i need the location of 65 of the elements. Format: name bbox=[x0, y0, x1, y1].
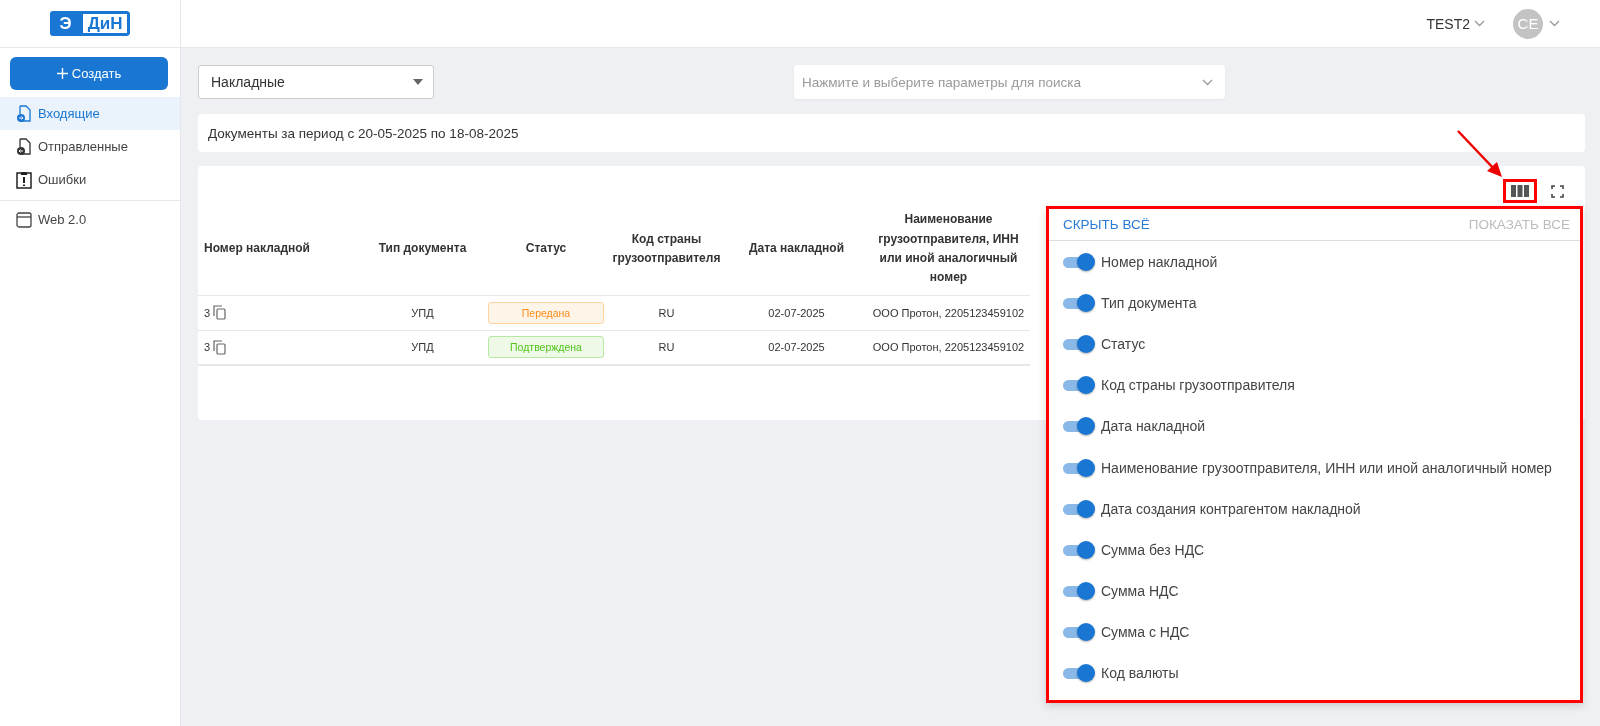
sidebar-item[interactable]: Web 2.0 bbox=[0, 203, 180, 236]
fullscreen-icon bbox=[1550, 184, 1564, 198]
alert-icon bbox=[16, 170, 32, 189]
copy-icon[interactable] bbox=[213, 339, 227, 355]
column-toggle-label: Код валюты bbox=[1101, 665, 1179, 682]
toggle-switch[interactable] bbox=[1063, 498, 1095, 519]
table-cell: RU bbox=[658, 341, 675, 354]
sidebar-item[interactable]: Отправленные bbox=[0, 130, 180, 163]
window-icon bbox=[16, 211, 32, 228]
column-toggle-label: Тип документа bbox=[1101, 294, 1197, 311]
column-header[interactable]: Тип документа bbox=[360, 203, 485, 295]
column-header[interactable]: Код страны грузоотправителя bbox=[607, 203, 726, 295]
copy-icon[interactable] bbox=[213, 305, 227, 320]
document-out-icon bbox=[16, 137, 32, 156]
toggle-switch[interactable] bbox=[1063, 251, 1095, 272]
column-header[interactable]: Наименование грузоотправителя, ИНН или иной аналогичный номер bbox=[867, 203, 1030, 295]
hide-all-button[interactable]: СКРЫТЬ ВСЁ bbox=[1063, 217, 1150, 232]
toggle-switch[interactable] bbox=[1063, 292, 1095, 313]
table-cell: 02-07-2025 bbox=[768, 341, 825, 354]
toggle-switch[interactable] bbox=[1063, 375, 1095, 396]
toggle-switch[interactable] bbox=[1063, 663, 1095, 684]
create-button[interactable]: Создать bbox=[10, 57, 168, 90]
column-toggle-label: Дата накладной bbox=[1101, 418, 1206, 435]
document-in-icon bbox=[16, 104, 32, 123]
dropdown-caret-icon bbox=[413, 79, 423, 85]
toggle-switch[interactable] bbox=[1063, 416, 1095, 437]
status-badge: Подтверждена bbox=[488, 336, 604, 359]
period-label: Документы за период с 20-05-2025 по 18-08-2025 bbox=[198, 114, 1585, 152]
column-toggle-label: Сумма НДС bbox=[1101, 583, 1179, 600]
toggle-switch[interactable] bbox=[1063, 539, 1095, 560]
column-toggle-label: Сумма без НДС bbox=[1101, 541, 1205, 558]
toggle-switch[interactable] bbox=[1063, 622, 1095, 643]
columns-button[interactable] bbox=[1503, 179, 1537, 203]
chevron-down-icon bbox=[1549, 20, 1560, 27]
organization-dropdown[interactable]: TEST2 bbox=[1426, 15, 1485, 32]
table-cell: 3 bbox=[204, 341, 211, 354]
sidebar-item[interactable]: Входящие bbox=[0, 97, 180, 130]
toggle-switch[interactable] bbox=[1063, 333, 1095, 354]
table-cell: 02-07-2025 bbox=[768, 306, 825, 319]
table-cell: ООО Протон, 2205123459102 bbox=[872, 341, 1025, 354]
table-cell: RU bbox=[658, 306, 675, 319]
document-type-select[interactable]: Накладные bbox=[198, 65, 434, 99]
column-toggle-label: Код страны грузоотправителя bbox=[1101, 377, 1295, 394]
chevron-down-icon bbox=[1202, 78, 1213, 86]
table-cell: 3 bbox=[204, 306, 211, 319]
toggle-switch[interactable] bbox=[1063, 457, 1095, 478]
table-cell: ООО Протон, 2205123459102 bbox=[872, 306, 1025, 319]
column-toggle-label: Наименование грузоотправителя, ИНН или иной аналогичный номер bbox=[1101, 459, 1552, 476]
plus-icon bbox=[56, 68, 68, 79]
toggle-switch[interactable] bbox=[1063, 581, 1095, 602]
status-badge: Передана bbox=[488, 301, 604, 324]
columns-icon bbox=[1511, 185, 1529, 197]
chevron-down-icon bbox=[1474, 20, 1485, 27]
sidebar-item[interactable]: Ошибки bbox=[0, 163, 180, 196]
column-toggle-label: Статус bbox=[1101, 335, 1146, 352]
table-cell: УПД bbox=[411, 341, 434, 354]
column-header[interactable]: Статус bbox=[485, 203, 607, 295]
column-toggle-label: Дата создания контрагентом накладной bbox=[1101, 500, 1361, 517]
column-toggle-label: Сумма с НДС bbox=[1101, 624, 1190, 641]
column-header[interactable]: Дата накладной bbox=[726, 203, 867, 295]
logo: Э ДиН bbox=[49, 11, 131, 36]
column-header[interactable]: Номер накладной bbox=[198, 203, 360, 295]
column-toggle-label: Номер накладной bbox=[1101, 253, 1218, 270]
annotation-arrow bbox=[1456, 129, 1504, 179]
table-cell: УПД bbox=[411, 306, 434, 319]
